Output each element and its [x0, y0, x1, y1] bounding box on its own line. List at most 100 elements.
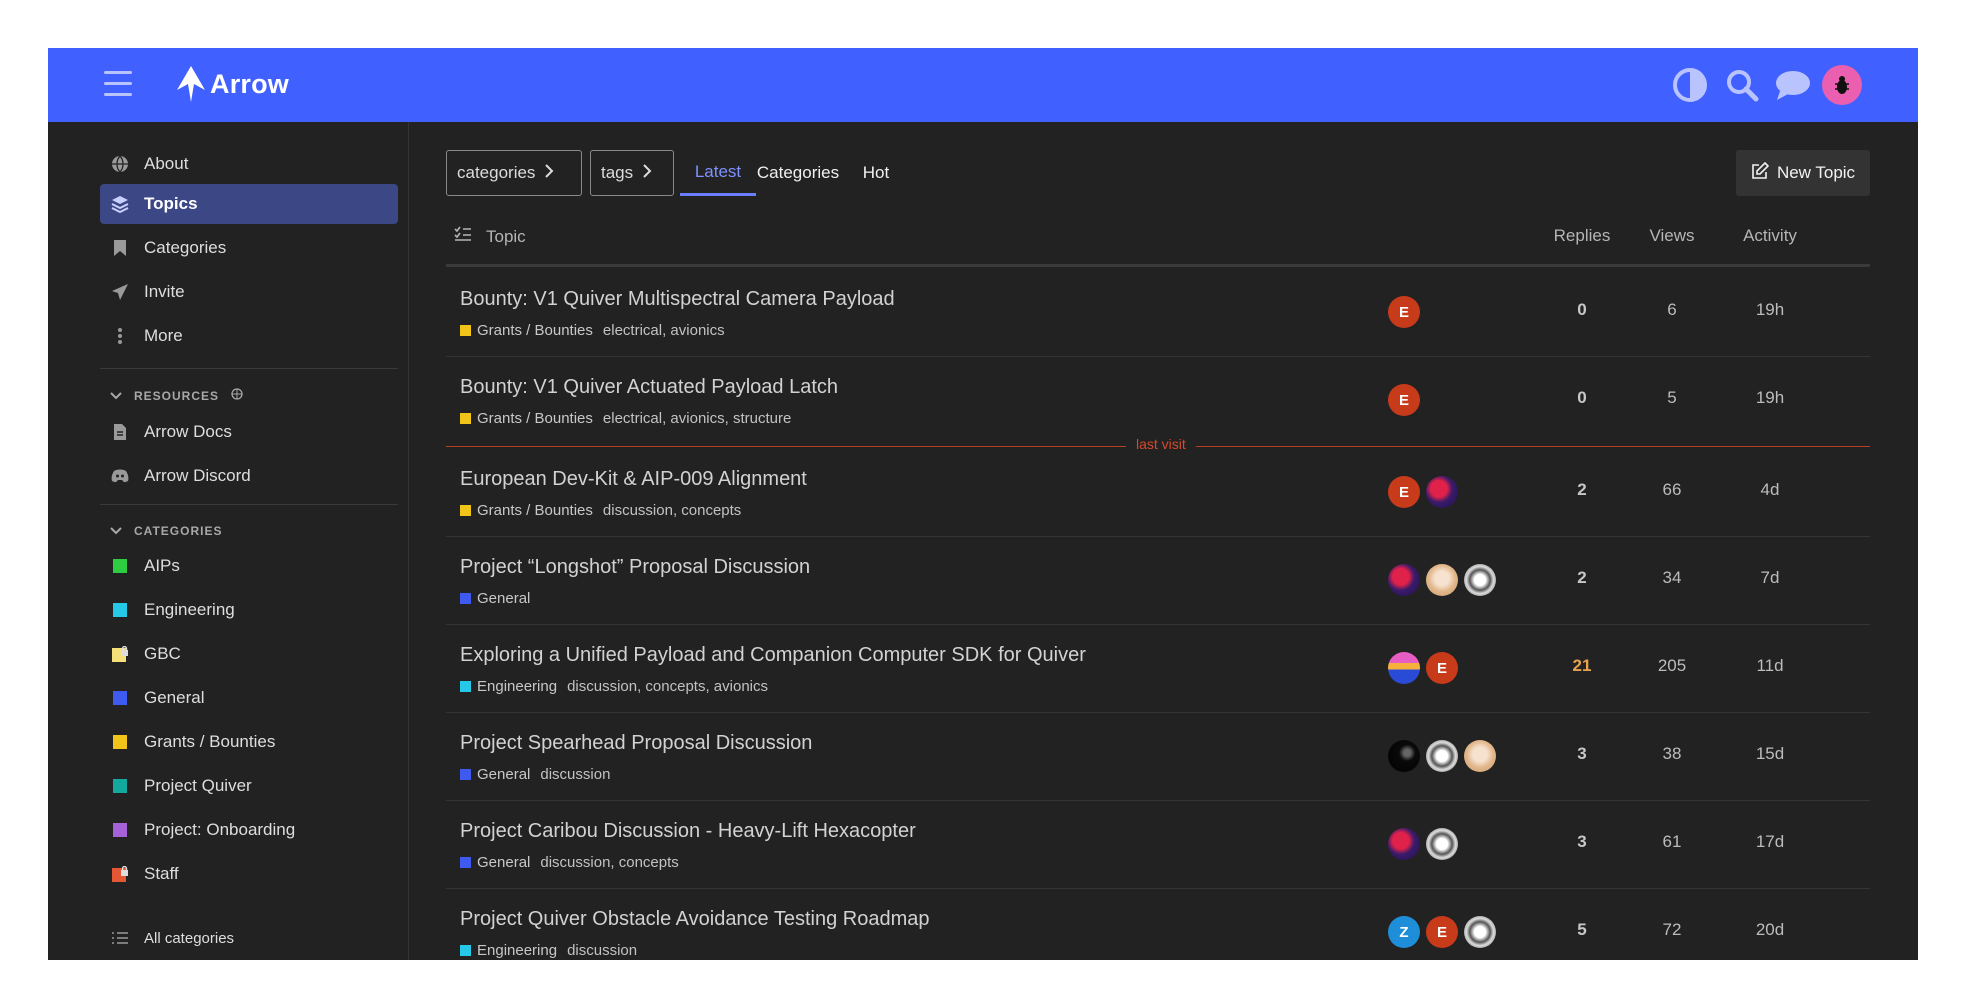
- topic-replies[interactable]: 2: [1542, 480, 1622, 500]
- topic-replies[interactable]: 0: [1542, 388, 1622, 408]
- topic-tags[interactable]: electrical, avionics, structure: [603, 410, 791, 427]
- topic-category-link[interactable]: General: [477, 590, 530, 607]
- topic-activity[interactable]: 7d: [1722, 568, 1818, 588]
- sidebar-item-all-categories[interactable]: All categories: [100, 918, 398, 958]
- site-logo[interactable]: Arrow: [176, 66, 289, 102]
- resources-section-header[interactable]: RESOURCES: [110, 388, 243, 403]
- avatar[interactable]: [1388, 564, 1420, 596]
- topic-activity[interactable]: 20d: [1722, 920, 1818, 940]
- topic-category-link[interactable]: Grants / Bounties: [477, 502, 593, 519]
- avatar[interactable]: [1388, 740, 1420, 772]
- sidebar-category-item[interactable]: Engineering: [100, 590, 398, 630]
- sidebar-category-item[interactable]: General: [100, 678, 398, 718]
- sidebar-category-item[interactable]: AIPs: [100, 546, 398, 586]
- topic-category-link[interactable]: Grants / Bounties: [477, 410, 593, 427]
- topic-activity[interactable]: 4d: [1722, 480, 1818, 500]
- avatar[interactable]: [1426, 564, 1458, 596]
- topic-replies[interactable]: 3: [1542, 832, 1622, 852]
- topic-row[interactable]: Project Quiver Obstacle Avoidance Testin…: [446, 888, 1870, 960]
- column-header-topic[interactable]: Topic: [454, 226, 526, 247]
- sidebar-category-item[interactable]: Grants / Bounties: [100, 722, 398, 762]
- column-header-replies[interactable]: Replies: [1542, 226, 1622, 246]
- topic-category-link[interactable]: Engineering: [477, 942, 557, 959]
- sidebar-item-invite[interactable]: Invite: [100, 272, 398, 312]
- categories-dropdown[interactable]: categories: [446, 150, 582, 196]
- avatar[interactable]: [1464, 564, 1496, 596]
- topic-replies[interactable]: 21: [1542, 656, 1622, 676]
- topic-tags[interactable]: discussion: [567, 942, 637, 959]
- avatar[interactable]: E: [1388, 384, 1420, 416]
- topic-title-link[interactable]: Project “Longshot” Proposal Discussion: [460, 556, 810, 579]
- topic-title-link[interactable]: Bounty: V1 Quiver Actuated Payload Latch: [460, 376, 838, 399]
- sidebar-category-item[interactable]: Staff: [100, 854, 398, 894]
- topic-row[interactable]: Project Caribou Discussion - Heavy-Lift …: [446, 800, 1870, 889]
- topic-activity[interactable]: 19h: [1722, 388, 1818, 408]
- topic-category-link[interactable]: Engineering: [477, 678, 557, 695]
- menu-icon[interactable]: [104, 71, 132, 97]
- sidebar-item-more[interactable]: More: [100, 316, 398, 356]
- sidebar-category-item[interactable]: Project Quiver: [100, 766, 398, 806]
- topic-row[interactable]: Project Spearhead Proposal Discussion Gen…: [446, 712, 1870, 801]
- topic-title-link[interactable]: Project Caribou Discussion - Heavy-Lift …: [460, 820, 916, 843]
- topic-row[interactable]: European Dev-Kit & AIP-009 Alignment Gran…: [446, 448, 1870, 537]
- topic-title-link[interactable]: Project Quiver Obstacle Avoidance Testin…: [460, 908, 930, 931]
- tab-categories[interactable]: Categories: [752, 150, 844, 196]
- theme-toggle-icon[interactable]: [1672, 67, 1708, 103]
- avatar[interactable]: E: [1388, 296, 1420, 328]
- avatar[interactable]: Z: [1388, 916, 1420, 948]
- topic-category-link[interactable]: General: [477, 766, 530, 783]
- sidebar-item-topics[interactable]: Topics: [100, 184, 398, 224]
- topic-tags[interactable]: discussion, concepts: [540, 854, 678, 871]
- chat-icon[interactable]: [1774, 67, 1810, 103]
- topic-tags[interactable]: electrical, avionics: [603, 322, 725, 339]
- topic-title-link[interactable]: European Dev-Kit & AIP-009 Alignment: [460, 468, 807, 491]
- sidebar-item-about[interactable]: About: [100, 144, 398, 184]
- bulk-select-icon[interactable]: [454, 226, 472, 247]
- column-header-views[interactable]: Views: [1632, 226, 1712, 246]
- avatar[interactable]: E: [1388, 476, 1420, 508]
- topic-tags[interactable]: discussion, concepts: [603, 502, 741, 519]
- topic-activity[interactable]: 15d: [1722, 744, 1818, 764]
- topic-tags[interactable]: discussion, concepts, avionics: [567, 678, 768, 695]
- user-avatar[interactable]: [1822, 65, 1862, 105]
- avatar[interactable]: [1388, 652, 1420, 684]
- globe-icon[interactable]: [231, 388, 243, 403]
- topic-row[interactable]: Exploring a Unified Payload and Companio…: [446, 624, 1870, 713]
- avatar[interactable]: [1464, 740, 1496, 772]
- topic-row[interactable]: Project “Longshot” Proposal Discussion Ge…: [446, 536, 1870, 625]
- avatar[interactable]: [1426, 828, 1458, 860]
- topic-replies[interactable]: 5: [1542, 920, 1622, 940]
- avatar[interactable]: [1426, 740, 1458, 772]
- column-header-activity[interactable]: Activity: [1722, 226, 1818, 246]
- topic-title-link[interactable]: Project Spearhead Proposal Discussion: [460, 732, 812, 755]
- avatar[interactable]: E: [1426, 652, 1458, 684]
- topic-replies[interactable]: 3: [1542, 744, 1622, 764]
- tab-hot[interactable]: Hot: [856, 150, 896, 196]
- sidebar-category-item[interactable]: Project: Onboarding: [100, 810, 398, 850]
- topic-replies[interactable]: 0: [1542, 300, 1622, 320]
- topic-title-link[interactable]: Bounty: V1 Quiver Multispectral Camera P…: [460, 288, 895, 311]
- topic-title-link[interactable]: Exploring a Unified Payload and Companio…: [460, 644, 1086, 667]
- avatar[interactable]: [1388, 828, 1420, 860]
- topic-activity[interactable]: 11d: [1722, 656, 1818, 676]
- sidebar-item-arrow-docs[interactable]: Arrow Docs: [100, 412, 398, 452]
- topic-category-link[interactable]: General: [477, 854, 530, 871]
- topic-category-link[interactable]: Grants / Bounties: [477, 322, 593, 339]
- topic-row[interactable]: Bounty: V1 Quiver Multispectral Camera P…: [446, 268, 1870, 357]
- new-topic-button[interactable]: New Topic: [1736, 150, 1870, 196]
- avatar[interactable]: E: [1426, 916, 1458, 948]
- topic-replies[interactable]: 2: [1542, 568, 1622, 588]
- sidebar-item-categories[interactable]: Categories: [100, 228, 398, 268]
- sidebar-category-item[interactable]: GBC: [100, 634, 398, 674]
- search-icon[interactable]: [1724, 67, 1760, 103]
- topic-activity[interactable]: 17d: [1722, 832, 1818, 852]
- topic-row[interactable]: Bounty: V1 Quiver Actuated Payload Latch…: [446, 356, 1870, 444]
- sidebar-item-arrow-discord[interactable]: Arrow Discord: [100, 456, 398, 496]
- topic-tags[interactable]: discussion: [540, 766, 610, 783]
- topic-activity[interactable]: 19h: [1722, 300, 1818, 320]
- categories-section-header[interactable]: CATEGORIES: [110, 524, 222, 538]
- avatar[interactable]: [1464, 916, 1496, 948]
- tab-latest[interactable]: Latest: [680, 150, 756, 196]
- avatar[interactable]: [1426, 476, 1458, 508]
- tags-dropdown[interactable]: tags: [590, 150, 674, 196]
